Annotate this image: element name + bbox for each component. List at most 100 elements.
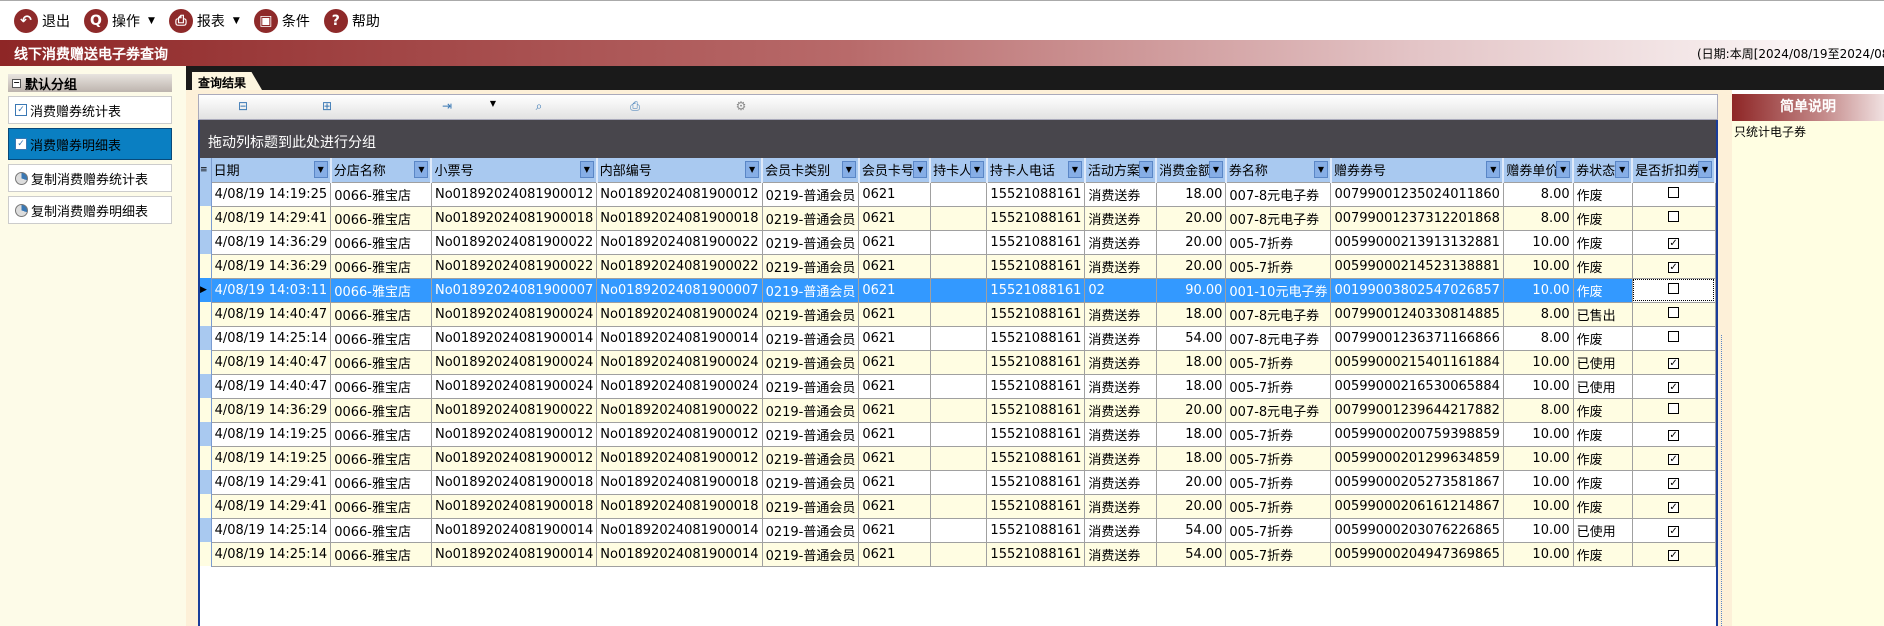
row-indicator[interactable]	[200, 206, 212, 230]
filter-dropdown-icon[interactable]: ▼	[313, 161, 328, 178]
export-icon[interactable]: ⇥	[439, 99, 455, 115]
filter-dropdown-icon[interactable]: ▼	[1698, 161, 1712, 178]
filter-dropdown-icon[interactable]: ▼	[841, 161, 856, 178]
discount-checkbox[interactable]	[1668, 330, 1680, 342]
discount-checkbox[interactable]: ✓	[1668, 477, 1680, 489]
filter-dropdown-icon[interactable]: ▼	[913, 161, 928, 178]
exit-button[interactable]: ↶ 退出	[10, 8, 74, 33]
discount-checkbox[interactable]: ✓	[1668, 453, 1680, 465]
discount-checkbox[interactable]	[1668, 402, 1680, 414]
report-menu-button[interactable]: ⎙ 报表 ▼	[165, 8, 244, 33]
column-header[interactable]: 会员卡类别 ▼	[762, 158, 860, 182]
table-row[interactable]: 4/08/19 14:19:25 0066-雅宝店 No01892024081900…	[200, 181, 1716, 207]
chevron-down-icon[interactable]: ▼	[485, 99, 501, 115]
column-header[interactable]: 分店名称 ▼	[330, 158, 433, 182]
row-indicator[interactable]	[200, 518, 212, 542]
filter-dropdown-icon[interactable]: ▼	[745, 161, 760, 178]
print-icon[interactable]: ⎙	[627, 99, 643, 115]
table-row[interactable]: 4/08/19 14:40:47 0066-雅宝店 No01892024081900…	[200, 349, 1716, 375]
table-cell[interactable]: ✓	[1631, 349, 1716, 375]
filter-dropdown-icon[interactable]: ▼	[969, 161, 984, 178]
find-icon[interactable]: ⌕	[531, 99, 547, 115]
row-indicator[interactable]	[200, 182, 212, 206]
table-row[interactable]: 4/08/19 14:25:14 0066-雅宝店 No01892024081900…	[200, 517, 1716, 543]
table-row[interactable]: 4/08/19 14:36:29 0066-雅宝店 No01892024081900…	[200, 397, 1716, 423]
default-group-header[interactable]: − 默认分组	[8, 74, 172, 93]
column-header[interactable]: 赠券单价 ▼	[1503, 158, 1575, 182]
discount-checkbox[interactable]: ✓	[1668, 357, 1680, 369]
discount-checkbox[interactable]	[1668, 282, 1680, 294]
filter-dropdown-icon[interactable]: ▼	[1556, 161, 1571, 178]
report-item-copy-detail[interactable]: 复制消费赠券明细表	[8, 196, 172, 224]
row-indicator[interactable]: ▶	[200, 278, 212, 302]
collapse-icon[interactable]: −	[12, 78, 21, 88]
row-indicator[interactable]	[200, 254, 212, 278]
discount-checkbox[interactable]: ✓	[1668, 237, 1680, 249]
row-indicator[interactable]	[200, 230, 212, 254]
table-cell[interactable]: ✓	[1631, 493, 1716, 519]
filter-dropdown-icon[interactable]: ▼	[1067, 161, 1082, 178]
table-cell[interactable]	[1631, 277, 1716, 303]
table-cell[interactable]: ✓	[1631, 541, 1716, 567]
table-row[interactable]: 4/08/19 14:25:14 0066-雅宝店 No01892024081900…	[200, 325, 1716, 351]
discount-checkbox[interactable]: ✓	[1668, 429, 1680, 441]
column-header[interactable]: 赠券券号 ▼	[1330, 158, 1505, 182]
row-indicator[interactable]	[200, 350, 212, 374]
table-cell[interactable]: ✓	[1631, 445, 1716, 471]
row-indicator[interactable]	[200, 494, 212, 518]
filter-dropdown-icon[interactable]: ▼	[579, 161, 594, 178]
table-cell[interactable]: ✓	[1631, 517, 1716, 543]
collapse-rows-icon[interactable]: ⊞	[319, 99, 335, 115]
row-indicator[interactable]	[200, 374, 212, 398]
row-indicator[interactable]	[200, 422, 212, 446]
report-item-detail[interactable]: ✓ 消费赠券明细表	[8, 128, 172, 160]
row-indicator[interactable]	[200, 542, 212, 566]
discount-checkbox[interactable]	[1668, 210, 1680, 222]
table-cell[interactable]	[1631, 301, 1716, 327]
table-cell[interactable]	[1631, 325, 1716, 351]
row-indicator[interactable]	[200, 470, 212, 494]
column-header[interactable]: 内部编号 ▼	[596, 158, 764, 182]
table-cell[interactable]: ✓	[1631, 253, 1716, 279]
row-indicator[interactable]	[200, 446, 212, 470]
discount-checkbox[interactable]: ✓	[1668, 381, 1680, 393]
filter-dropdown-icon[interactable]: ▼	[1615, 161, 1630, 178]
group-by-panel[interactable]: 拖动列标题到此处进行分组	[198, 120, 1718, 158]
column-header[interactable]: 是否折扣券 ▼	[1632, 158, 1716, 182]
row-indicator[interactable]	[200, 326, 212, 350]
table-cell[interactable]	[1631, 181, 1716, 207]
discount-checkbox[interactable]	[1668, 306, 1680, 318]
discount-checkbox[interactable]	[1668, 186, 1680, 198]
discount-checkbox[interactable]: ✓	[1668, 525, 1680, 537]
table-row[interactable]: 4/08/19 14:40:47 0066-雅宝店 No01892024081900…	[200, 301, 1716, 327]
help-button[interactable]: ? 帮助	[320, 8, 384, 33]
column-header[interactable]: 会员卡号 ▼	[858, 158, 932, 182]
discount-checkbox[interactable]: ✓	[1668, 261, 1680, 273]
table-row[interactable]: 4/08/19 14:29:41 0066-雅宝店 No01892024081900…	[200, 493, 1716, 519]
table-cell[interactable]: ✓	[1631, 373, 1716, 399]
table-row[interactable]: 4/08/19 14:29:41 0066-雅宝店 No01892024081900…	[200, 469, 1716, 495]
table-row[interactable]: 4/08/19 14:19:25 0066-雅宝店 No01892024081900…	[200, 421, 1716, 447]
expand-rows-icon[interactable]: ⊟	[235, 99, 251, 115]
panel-splitter[interactable]	[1721, 335, 1729, 626]
row-indicator[interactable]	[200, 302, 212, 326]
column-header[interactable]: 持卡人电话 ▼	[986, 158, 1086, 182]
table-row[interactable]: 4/08/19 14:40:47 0066-雅宝店 No01892024081900…	[200, 373, 1716, 399]
report-item-copy-stat[interactable]: 复制消费赠券统计表	[8, 164, 172, 192]
table-cell[interactable]	[1631, 205, 1716, 231]
table-row[interactable]: 4/08/19 14:36:29 0066-雅宝店 No01892024081900…	[200, 229, 1716, 255]
discount-checkbox[interactable]: ✓	[1668, 549, 1680, 561]
table-row[interactable]: ▶ 4/08/19 14:03:11 0066-雅宝店 No0189202408190…	[200, 277, 1716, 303]
tab-query-result[interactable]: 查询结果	[192, 72, 263, 90]
report-item-stat[interactable]: ✓ 消费赠券统计表	[8, 96, 172, 124]
settings-icon[interactable]: ⚙	[733, 99, 749, 115]
column-header[interactable]: 券名称 ▼	[1225, 158, 1332, 182]
filter-dropdown-icon[interactable]: ▼	[1486, 161, 1501, 178]
column-header[interactable]: 小票号 ▼	[431, 158, 598, 182]
table-row[interactable]: 4/08/19 14:29:41 0066-雅宝店 No01892024081900…	[200, 205, 1716, 231]
column-header[interactable]: 消费金额 ▼	[1156, 158, 1227, 182]
discount-checkbox[interactable]: ✓	[1668, 501, 1680, 513]
table-cell[interactable]: ✓	[1631, 229, 1716, 255]
filter-dropdown-icon[interactable]: ▼	[414, 161, 429, 178]
table-row[interactable]: 4/08/19 14:19:25 0066-雅宝店 No01892024081900…	[200, 445, 1716, 471]
